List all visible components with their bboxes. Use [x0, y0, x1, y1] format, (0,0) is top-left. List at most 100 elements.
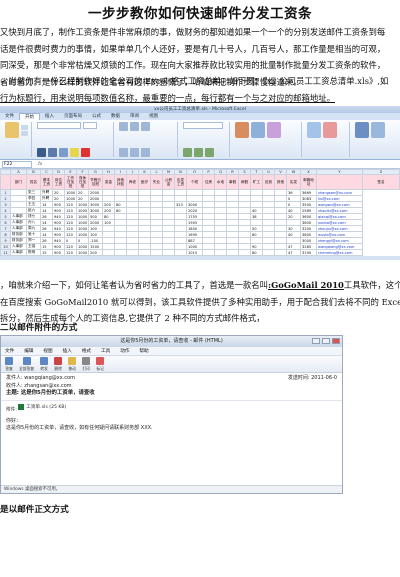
sum-icon[interactable] [355, 122, 369, 138]
header-cell[interactable]: 基本工资 [40, 174, 53, 190]
header-cell[interactable]: 应发工资 [174, 174, 187, 190]
header-cell[interactable]: 事假 [226, 174, 239, 190]
header-cell[interactable]: 失业 [150, 174, 163, 190]
table-cell[interactable]: 人事部 [10, 249, 27, 256]
table-cell[interactable] [114, 249, 127, 256]
table-cell[interactable] [274, 249, 287, 256]
align-center-icon[interactable] [130, 148, 139, 157]
menu-item[interactable]: 文件 [5, 347, 14, 355]
format-table-icon[interactable] [251, 122, 265, 138]
to-value[interactable]: zhangsan@xx.com [24, 383, 71, 389]
align-middle-icon[interactable] [130, 122, 139, 131]
table-cell[interactable]: 15 [40, 249, 53, 256]
header-cell[interactable]: 奖金 [102, 174, 115, 190]
close-icon[interactable] [332, 338, 340, 344]
attachment-file[interactable]: 工资单.xls (25 KB) [18, 404, 66, 411]
excel-tab[interactable]: 文件 [0, 113, 19, 120]
header-cell[interactable]: 其他 [274, 174, 287, 190]
table-cell[interactable] [262, 249, 275, 256]
conditional-format-icon[interactable] [235, 122, 249, 138]
menu-item[interactable]: 编辑 [24, 347, 33, 355]
font-color-icon[interactable] [81, 148, 90, 157]
menu-item[interactable]: 工具 [101, 347, 110, 355]
table-cell[interactable]: 3190 [300, 249, 317, 256]
move-button[interactable]: 移动 [68, 356, 77, 372]
excel-tab[interactable]: 公式 [87, 113, 106, 120]
header-cell[interactable]: 双休日加班 [76, 174, 89, 190]
table-cell[interactable] [226, 249, 239, 256]
print-button[interactable]: 打印 [82, 356, 91, 372]
table-cell[interactable] [102, 249, 115, 256]
header-cell[interactable]: 岗位工资 [52, 174, 65, 190]
header-cell[interactable]: 旷工 [250, 174, 263, 190]
maximize-icon[interactable] [322, 338, 330, 344]
table-cell[interactable] [150, 249, 163, 256]
table-cell[interactable] [238, 249, 251, 256]
excel-tab[interactable]: 页面布局 [59, 113, 87, 120]
italic-icon[interactable] [48, 148, 57, 157]
header-cell[interactable] [316, 174, 363, 190]
forward-button[interactable]: 转发 [40, 356, 49, 372]
table-cell[interactable]: 80 [250, 249, 263, 256]
menu-item[interactable]: 格式 [82, 347, 91, 355]
header-cell[interactable]: 姓名 [26, 174, 41, 190]
align-top-icon[interactable] [119, 122, 128, 131]
bold-icon[interactable] [37, 148, 46, 157]
table-cell[interactable] [202, 249, 215, 256]
row-number[interactable] [0, 174, 11, 190]
menu-item[interactable]: 动作 [120, 347, 129, 355]
from-value[interactable]: wangqiang@xx.com [24, 375, 75, 381]
table-cell[interactable]: 120 [64, 249, 77, 256]
excel-tab[interactable]: 视图 [144, 113, 163, 120]
delete-button[interactable]: 删除 [54, 356, 63, 372]
header-cell[interactable]: 部门 [10, 174, 27, 190]
header-cell[interactable]: 医疗 [138, 174, 151, 190]
table-cell[interactable]: 47 [286, 249, 301, 256]
merge-icon[interactable] [141, 148, 150, 157]
header-cell[interactable]: 邮箱地址 [300, 174, 317, 190]
table-cell[interactable] [138, 249, 151, 256]
menu-item[interactable]: 视图 [43, 347, 52, 355]
header-cell[interactable]: 节假日加班 [88, 174, 103, 190]
underline-icon[interactable] [59, 148, 68, 157]
header-cell[interactable]: 病假 [238, 174, 251, 190]
copy-icon[interactable] [21, 130, 28, 136]
table-cell[interactable]: 900 [52, 249, 65, 256]
font-name-field[interactable] [37, 122, 81, 129]
header-cell[interactable]: 其他补贴 [114, 174, 127, 190]
table-cell[interactable] [162, 249, 175, 256]
table-cell[interactable]: 200 [88, 249, 103, 256]
sort-filter-icon[interactable] [371, 122, 385, 138]
delete-cells-icon[interactable] [323, 122, 337, 138]
header-cell[interactable]: 公积金 [162, 174, 175, 190]
table-cell[interactable]: 1000 [76, 249, 89, 256]
font-size-field[interactable] [83, 122, 97, 129]
header-cell[interactable]: 个税 [186, 174, 203, 190]
row-number[interactable]: 11 [0, 249, 11, 256]
fill-color-icon[interactable] [70, 148, 79, 157]
insert-cells-icon[interactable] [307, 122, 321, 138]
paste-icon[interactable] [5, 122, 19, 138]
wrap-text-icon[interactable] [141, 122, 150, 131]
reply-all-button[interactable]: 全部答复 [19, 356, 34, 372]
table-cell[interactable]: 1015 [186, 249, 203, 256]
cell-styles-icon[interactable] [267, 122, 281, 138]
table-cell[interactable] [126, 249, 139, 256]
currency-icon[interactable] [183, 148, 192, 157]
header-cell[interactable]: 实发 [286, 174, 301, 190]
table-cell[interactable]: 陈明 [26, 249, 41, 256]
cut-icon[interactable] [21, 124, 28, 130]
minimize-icon[interactable] [312, 338, 320, 344]
table-cell[interactable] [174, 249, 187, 256]
excel-tab[interactable]: 插入 [40, 113, 59, 120]
excel-tab[interactable]: 审阅 [125, 113, 144, 120]
number-format-field[interactable] [183, 122, 223, 129]
menu-item[interactable]: 插入 [63, 347, 72, 355]
header-cell[interactable]: 迟到 [262, 174, 275, 190]
header-cell[interactable]: 住房 [202, 174, 215, 190]
menu-item[interactable]: 帮助 [139, 347, 148, 355]
percent-icon[interactable] [194, 148, 203, 157]
flag-button[interactable]: 标记 [96, 356, 105, 372]
header-cell[interactable]: 水电 [214, 174, 227, 190]
align-left-icon[interactable] [119, 148, 128, 157]
